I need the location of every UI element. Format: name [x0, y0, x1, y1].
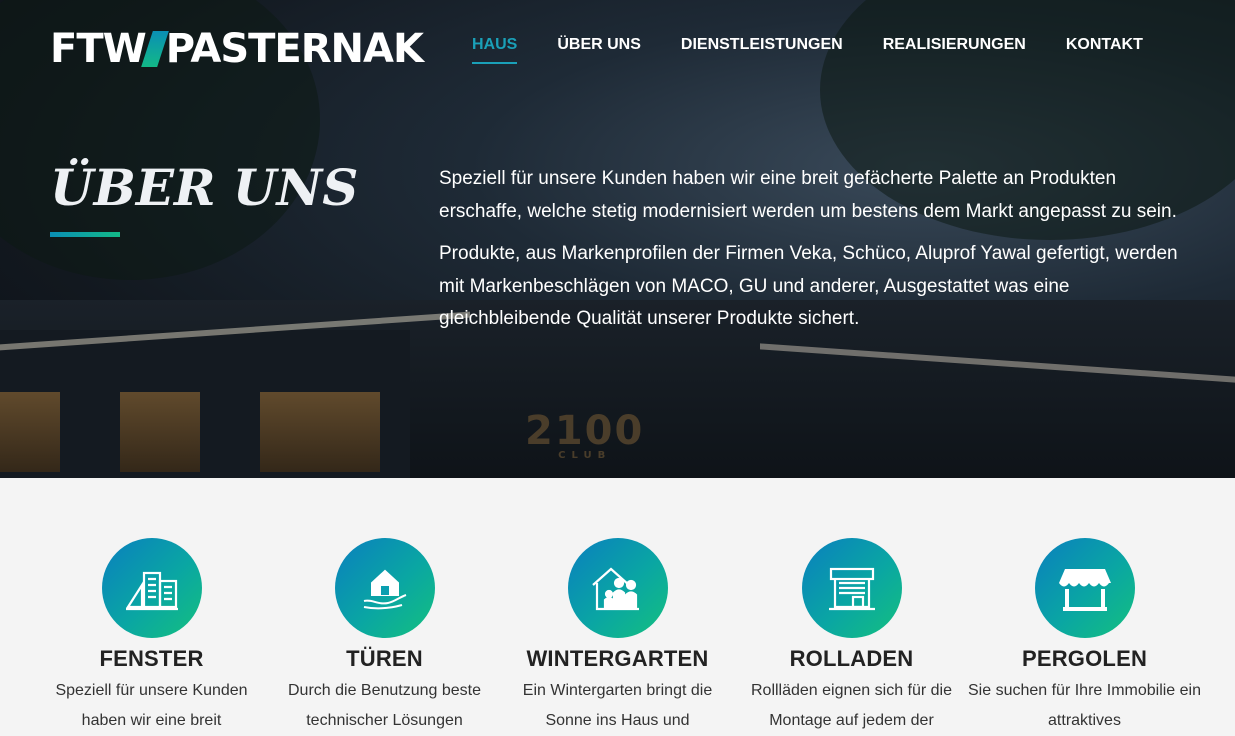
house-in-hand-icon: [334, 538, 435, 638]
features-section: FENSTER Speziell für unsere Kunden haben…: [0, 478, 1235, 729]
hero-paragraph: Speziell für unsere Kunden haben wir ein…: [439, 168, 1177, 222]
window: [260, 392, 380, 472]
feature-wintergarten[interactable]: WINTERGARTEN Ein Wintergarten bringt die…: [501, 538, 734, 736]
feature-title: FENSTER: [99, 646, 204, 671]
feature-text: Sie suchen für Ihre Immobilie ein attrak…: [968, 682, 1201, 729]
feature-title: TÜREN: [346, 646, 423, 671]
awning-icon: [1034, 538, 1135, 638]
feature-title: ROLLADEN: [789, 646, 914, 671]
hero-paragraph: Produkte, aus Markenprofilen der Firmen …: [439, 243, 1178, 329]
feature-title: WINTERGARTEN: [526, 646, 709, 671]
hero-text: Speziell für unsere Kunden haben wir ein…: [439, 163, 1189, 346]
feature-pergolen[interactable]: PERGOLEN Sie suchen für Ihre Immobilie e…: [968, 538, 1201, 736]
main-nav: HAUS ÜBER UNS DIENSTLEISTUNGEN REALISIER…: [472, 36, 1183, 64]
nav-item-kontakt[interactable]: KONTAKT: [1066, 36, 1143, 64]
hero-section: 2100 CLUB FTW PASTERNAK HAUS ÜBER UNS DIE…: [0, 0, 1235, 478]
feature-rolladen[interactable]: ROLLADEN Rollläden eignen sich für die M…: [735, 538, 968, 736]
nav-item-realisierungen[interactable]: REALISIERUNGEN: [883, 36, 1026, 64]
brand-logo[interactable]: FTW PASTERNAK: [50, 26, 424, 72]
nav-item-uber-uns[interactable]: ÜBER UNS: [557, 36, 641, 64]
club-sign: 2100 CLUB: [525, 408, 645, 461]
window: [120, 392, 200, 472]
family-house-icon: [567, 538, 668, 638]
window: [0, 392, 60, 472]
building-icon: [101, 538, 202, 638]
shop-shutter-icon: [801, 538, 902, 638]
feature-turen[interactable]: TÜREN Durch die Benutzung beste technisc…: [268, 538, 501, 736]
feature-text: Rollläden eignen sich für die Montage au…: [750, 682, 952, 729]
nav-item-dienstleistungen[interactable]: DIENSTLEISTUNGEN: [681, 36, 843, 64]
feature-fenster[interactable]: FENSTER Speziell für unsere Kunden haben…: [35, 538, 268, 736]
feature-title: PERGOLEN: [1021, 646, 1148, 671]
title-underline: [50, 232, 120, 237]
nav-item-haus[interactable]: HAUS: [472, 36, 518, 64]
page-title: ÜBER UNS: [50, 158, 359, 217]
brand-name-left: FTW: [50, 26, 147, 72]
feature-text: Ein Wintergarten bringt die Sonne ins Ha…: [522, 682, 713, 729]
feature-text: Durch die Benutzung beste technischer Lö…: [287, 682, 481, 729]
feature-text: Speziell für unsere Kunden haben wir ein…: [55, 682, 248, 729]
brand-name-right: PASTERNAK: [165, 26, 424, 72]
